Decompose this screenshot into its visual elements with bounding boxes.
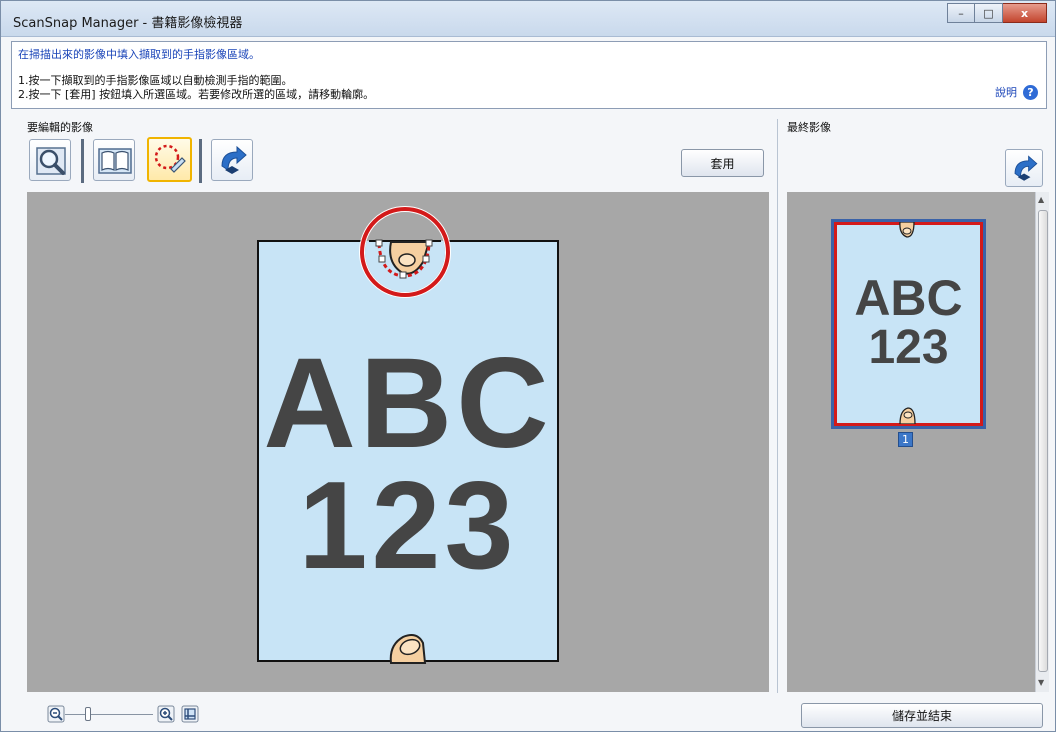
close-button[interactable]: x (1003, 3, 1047, 23)
instruction-step-2: 2.按一下 [套用] 按鈕填入所選區域。若要修改所選的區域，請移動輪廓。 (18, 88, 375, 101)
page-number-badge: 1 (898, 432, 913, 447)
title-bar: ScanSnap Manager - 書籍影像檢視器 – □ x (1, 1, 1055, 37)
scanned-page-image[interactable]: ABC 123 (257, 240, 559, 662)
help-label: 說明 (995, 86, 1017, 99)
book-correction-tool-button[interactable] (93, 139, 135, 181)
finger-icon (899, 407, 916, 424)
undo-tool-button[interactable] (211, 139, 253, 181)
finger-selection-highlight[interactable] (357, 204, 453, 300)
help-link[interactable]: 說明 ? (995, 84, 1038, 100)
toolbar-separator (81, 139, 84, 183)
book-image-viewer-window: ScanSnap Manager - 書籍影像檢視器 – □ x 在掃描出來的影… (0, 0, 1056, 732)
magnifier-tool-button[interactable] (29, 139, 71, 181)
scroll-down-arrow[interactable]: ▼ (1038, 678, 1044, 687)
final-undo-button[interactable] (1005, 149, 1043, 187)
final-page-image: ABC 123 (834, 222, 983, 426)
magnifier-icon (36, 147, 66, 175)
edit-image-label: 要編輯的影像 (27, 121, 93, 134)
zoom-slider-handle[interactable] (85, 707, 91, 721)
final-panel-scrollbar[interactable]: ▲ ▼ (1035, 192, 1049, 692)
panel-divider (777, 119, 778, 693)
finger-icon (389, 634, 427, 664)
help-icon: ? (1023, 84, 1038, 100)
toolbar-separator (199, 139, 202, 183)
window-title: ScanSnap Manager - 書籍影像檢視器 (13, 16, 243, 31)
finger-point-tool-button[interactable] (147, 137, 192, 182)
fit-to-window-icon[interactable] (181, 705, 199, 723)
page-text-line-1: ABC (263, 332, 553, 475)
finger-icon (899, 222, 915, 238)
zoom-slider-track[interactable] (65, 714, 153, 715)
instruction-heading: 在掃描出來的影像中填入擷取到的手指影像區域。 (18, 48, 260, 61)
save-and-exit-button[interactable]: 儲存並結束 (801, 703, 1043, 728)
scroll-up-arrow[interactable]: ▲ (1038, 195, 1044, 204)
window-controls: – □ x (947, 3, 1047, 23)
instructions-panel: 在掃描出來的影像中填入擷取到的手指影像區域。 1.按一下擷取到的手指影像區域以自… (11, 41, 1047, 109)
final-image-label: 最終影像 (787, 121, 831, 134)
finger-selection-icon (154, 144, 186, 173)
zoom-in-icon[interactable] (157, 705, 175, 723)
undo-icon (1014, 155, 1038, 181)
minimize-button[interactable]: – (947, 3, 975, 23)
thumbnail-text-line-1: ABC (854, 270, 963, 326)
maximize-button[interactable]: □ (975, 3, 1003, 23)
final-page-thumbnail[interactable]: ABC 123 (831, 219, 986, 429)
thumbnail-text-line-2: 123 (868, 321, 949, 374)
zoom-out-icon[interactable] (47, 705, 65, 723)
undo-icon (221, 145, 247, 174)
book-icon (98, 148, 132, 174)
scrollbar-thumb[interactable] (1038, 210, 1048, 672)
page-text-line-2: 123 (298, 457, 518, 595)
apply-button[interactable]: 套用 (681, 149, 764, 177)
